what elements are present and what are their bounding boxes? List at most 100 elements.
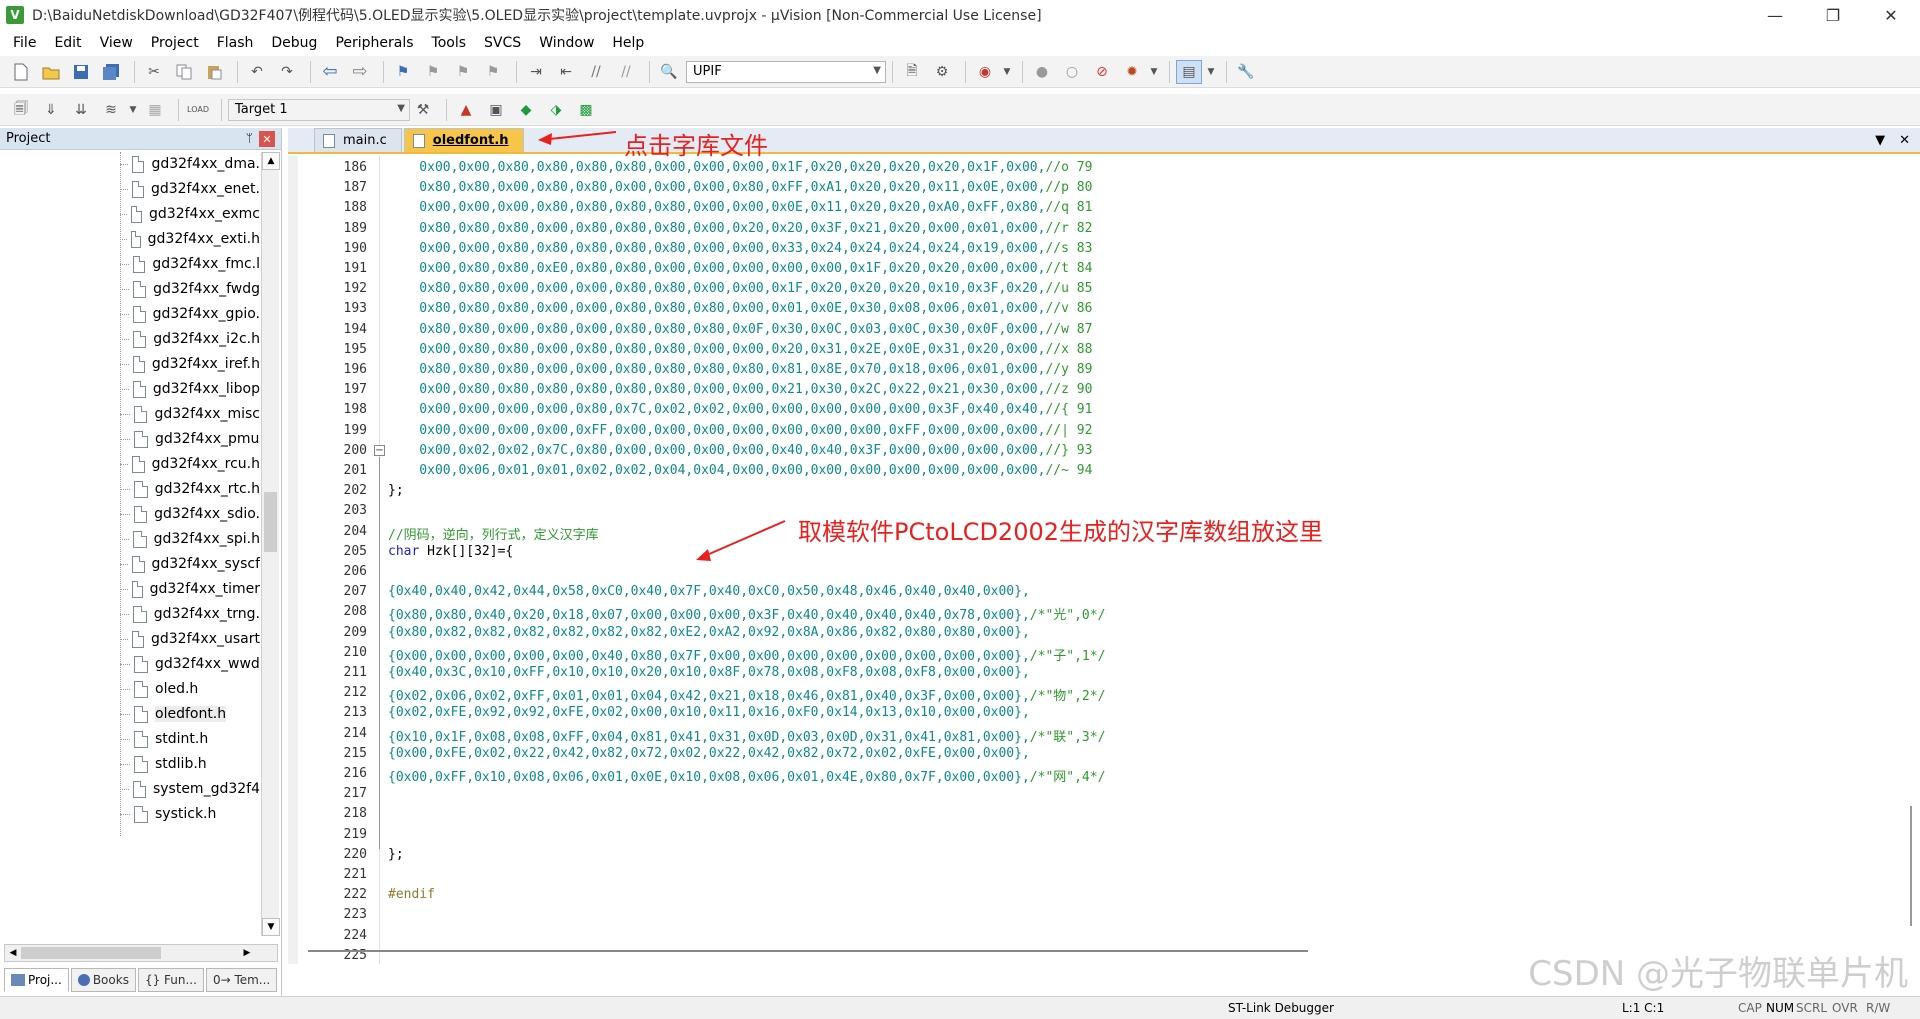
tab-oledfont-h[interactable]: oledfont.h [403, 128, 524, 152]
find-combo[interactable]: UPIF ▼ [686, 60, 886, 83]
chevron-down-icon[interactable]: ▼ [1149, 60, 1159, 84]
tree-file-item[interactable]: gd32f4xx_usart [120, 627, 260, 651]
breakpoint-insert-icon[interactable]: ● [1029, 60, 1055, 84]
scroll-thumb[interactable] [264, 492, 277, 552]
tree-file-item[interactable]: gd32f4xx_wwd [120, 652, 260, 676]
paste-icon[interactable] [201, 60, 227, 84]
manage-project-items-icon[interactable]: ▲ [453, 98, 479, 122]
chevron-down-icon[interactable]: ▼ [397, 103, 405, 114]
target-combo[interactable]: Target 1 ▼ [228, 98, 410, 121]
manage-components-icon[interactable]: ▣ [483, 98, 509, 122]
tree-file-item[interactable]: gd32f4xx_misc [120, 402, 260, 426]
tab-main-c[interactable]: main.c [314, 128, 402, 152]
minimize-button[interactable]: — [1746, 0, 1804, 30]
tree-file-item[interactable]: gd32f4xx_trng. [120, 602, 260, 626]
chevron-down-icon[interactable]: ▼ [1206, 60, 1216, 84]
download-icon[interactable]: LOAD [185, 98, 211, 122]
target-options-icon[interactable]: ⚒ [410, 98, 436, 122]
bookmark-insert-icon[interactable]: ⚑ [390, 60, 416, 84]
tree-file-item[interactable]: gd32f4xx_timer [120, 577, 260, 601]
menu-help[interactable]: Help [603, 30, 653, 56]
restore-button[interactable]: ❐ [1804, 0, 1862, 30]
fold-collapse-icon[interactable]: − [374, 445, 385, 456]
tree-file-item[interactable]: gd32f4xx_iref.h [120, 352, 260, 376]
open-folder-icon[interactable] [38, 60, 64, 84]
tree-file-item[interactable]: system_gd32f4 [120, 777, 260, 801]
chevron-down-icon[interactable]: ▼ [873, 65, 881, 76]
comment-icon[interactable]: // [583, 60, 609, 84]
editor-vertical-scrollbar[interactable] [1904, 156, 1920, 964]
navigate-forward-icon[interactable]: ⇨ [347, 60, 373, 84]
tree-file-item[interactable]: gd32f4xx_rtc.h [120, 477, 260, 501]
tree-file-item[interactable]: gd32f4xx_exmc [120, 202, 260, 226]
tree-file-item[interactable]: gd32f4xx_dma. [120, 152, 260, 176]
translate-icon[interactable]: 🗐 [8, 98, 34, 122]
tab-functions[interactable]: {} Fun... [137, 968, 204, 992]
tree-file-item[interactable]: systick.h [120, 802, 260, 826]
menu-project[interactable]: Project [142, 30, 208, 56]
unindent-icon[interactable]: ⇤ [553, 60, 579, 84]
menu-flash[interactable]: Flash [208, 30, 263, 56]
scroll-down-arrow-icon[interactable]: ▼ [262, 918, 280, 936]
chevron-down-icon[interactable]: ▼ [128, 98, 138, 122]
menu-file[interactable]: File [4, 30, 45, 56]
menu-window[interactable]: Window [530, 30, 603, 56]
breakpoint-kill-all-icon[interactable]: ✹ [1119, 60, 1145, 84]
configure-icon[interactable]: ⚙ [929, 60, 955, 84]
save-all-icon[interactable] [98, 60, 124, 84]
project-horizontal-scrollbar[interactable]: ◀ ▶ [4, 944, 278, 962]
tree-file-item[interactable]: oled.h [120, 677, 260, 701]
tree-file-item[interactable]: stdint.h [120, 727, 260, 751]
menu-debug[interactable]: Debug [262, 30, 326, 56]
new-file-icon[interactable] [8, 60, 34, 84]
scroll-thumb[interactable] [21, 947, 161, 959]
event-recorder-icon[interactable]: ▩ [573, 98, 599, 122]
wrench-icon[interactable]: 🔧 [1233, 60, 1259, 84]
menu-view[interactable]: View [91, 30, 142, 56]
uncomment-icon[interactable]: // [613, 60, 639, 84]
redo-icon[interactable]: ↷ [274, 60, 300, 84]
tree-file-item[interactable]: gd32f4xx_libop [120, 377, 260, 401]
menu-peripherals[interactable]: Peripherals [326, 30, 422, 56]
scroll-left-arrow-icon[interactable]: ◀ [5, 945, 21, 961]
cut-icon[interactable]: ✂ [141, 60, 167, 84]
tab-project[interactable]: Proj... [4, 968, 69, 992]
close-icon[interactable]: ✕ [259, 131, 275, 147]
chevron-down-icon[interactable]: ▼ [1002, 60, 1012, 84]
tree-file-item[interactable]: gd32f4xx_i2c.h [120, 327, 260, 351]
tree-file-item[interactable]: gd32f4xx_fmc.l [120, 252, 260, 276]
copy-icon[interactable] [171, 60, 197, 84]
tab-templates[interactable]: 0→ Tem... [205, 968, 278, 992]
debug-session-icon[interactable]: ◉ [972, 60, 998, 84]
window-layout-icon[interactable]: ▤ [1176, 59, 1202, 84]
tree-file-item[interactable]: stdlib.h [120, 752, 260, 776]
bookmark-clear-icon[interactable]: ⚑ [480, 60, 506, 84]
pack-installer-icon[interactable]: ⬗ [543, 98, 569, 122]
indent-icon[interactable]: ⇥ [523, 60, 549, 84]
scroll-thumb[interactable] [1910, 806, 1912, 926]
menu-edit[interactable]: Edit [45, 30, 90, 56]
tree-file-item[interactable]: gd32f4xx_exti.h [120, 227, 260, 251]
stop-build-icon[interactable]: ▦ [142, 98, 168, 122]
bookmark-next-icon[interactable]: ⚑ [450, 60, 476, 84]
menu-svcs[interactable]: SVCS [475, 30, 530, 56]
breakpoint-disable-all-icon[interactable]: ⊘ [1089, 60, 1115, 84]
menu-tools[interactable]: Tools [423, 30, 476, 56]
tree-file-item[interactable]: gd32f4xx_fwdg [120, 277, 260, 301]
tree-file-item[interactable]: gd32f4xx_enet. [120, 177, 260, 201]
tree-file-item-selected[interactable]: oledfont.h [120, 702, 260, 726]
tree-file-item[interactable]: gd32f4xx_syscf [120, 552, 260, 576]
editor-horizontal-scrollbar[interactable] [308, 944, 1608, 960]
build-icon[interactable]: ⇓ [38, 98, 64, 122]
find-in-files-icon[interactable]: 🔍 [656, 60, 682, 84]
code-editor[interactable]: 186 187 188 189 190 191 192 193 194 195 196 197 198 1… [288, 156, 1920, 964]
project-vertical-scrollbar[interactable]: ▲ ▼ [261, 152, 280, 936]
rebuild-icon[interactable]: ⇊ [68, 98, 94, 122]
scroll-thumb[interactable] [308, 950, 1308, 952]
incremental-find-icon[interactable]: 🗎 [899, 60, 925, 84]
tree-file-item[interactable]: gd32f4xx_rcu.h [120, 452, 260, 476]
tab-list-arrow-icon[interactable]: ▼ [1875, 133, 1885, 148]
bookmark-prev-icon[interactable]: ⚑ [420, 60, 446, 84]
tree-file-item[interactable]: gd32f4xx_pmu [120, 427, 260, 451]
close-editor-icon[interactable]: ✕ [1899, 133, 1910, 148]
